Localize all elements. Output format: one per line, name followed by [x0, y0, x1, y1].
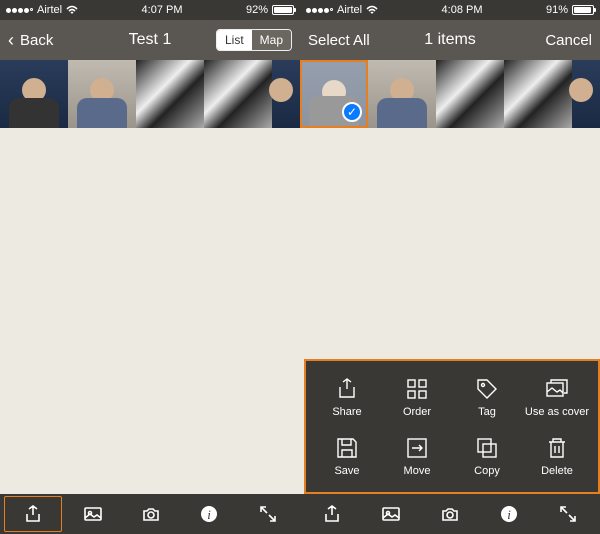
thumbnail[interactable]: [204, 60, 272, 128]
expand-icon: [258, 504, 278, 524]
grid-icon: [404, 376, 430, 402]
action-use-as-cover[interactable]: Use as cover: [522, 367, 592, 427]
share-icon: [322, 504, 342, 524]
cancel-label: Cancel: [545, 32, 592, 49]
thumbnail[interactable]: [436, 60, 504, 128]
cancel-button[interactable]: Cancel: [497, 32, 592, 49]
view-toggle[interactable]: List Map: [216, 29, 292, 51]
action-move[interactable]: Move: [382, 427, 452, 487]
thumbnail[interactable]: [572, 60, 600, 128]
camera-button[interactable]: [123, 496, 179, 532]
battery-icon: [272, 5, 294, 15]
images-icon: [544, 376, 570, 402]
back-button[interactable]: ‹ Back: [8, 30, 103, 51]
action-share[interactable]: Share: [312, 367, 382, 427]
info-button[interactable]: i: [181, 496, 237, 532]
thumbnail-selected[interactable]: ✓: [300, 60, 368, 128]
info-button[interactable]: i: [480, 496, 537, 532]
thumbnail[interactable]: [136, 60, 204, 128]
clock-label: 4:08 PM: [442, 4, 483, 16]
right-pane: Airtel 4:08 PM 91% Select All 1 items Ca…: [300, 0, 600, 534]
battery-pct: 92%: [246, 4, 268, 16]
wifi-icon: [66, 5, 78, 15]
nav-bar-left: ‹ Back Test 1 List Map: [0, 20, 300, 60]
clock-label: 4:07 PM: [142, 4, 183, 16]
thumbnail[interactable]: [0, 60, 68, 128]
expand-button[interactable]: [539, 496, 596, 532]
battery-pct: 91%: [546, 4, 568, 16]
image-icon: [381, 504, 401, 524]
expand-icon: [558, 504, 578, 524]
seg-map[interactable]: Map: [252, 30, 291, 50]
bottom-toolbar-right: i: [300, 494, 600, 534]
expand-button[interactable]: [240, 496, 296, 532]
gallery-button[interactable]: [64, 496, 120, 532]
status-bar-left: Airtel 4:07 PM 92%: [0, 0, 300, 20]
action-tag[interactable]: Tag: [452, 367, 522, 427]
svg-text:i: i: [208, 507, 212, 522]
chevron-left-icon: ‹: [8, 30, 14, 51]
thumbnail[interactable]: [68, 60, 136, 128]
info-icon: i: [499, 504, 519, 524]
thumbnail-strip-right: ✓: [300, 60, 600, 128]
share-icon: [334, 376, 360, 402]
carrier-label: Airtel: [337, 4, 362, 16]
gallery-button[interactable]: [363, 496, 420, 532]
save-icon: [334, 435, 360, 461]
move-icon: [404, 435, 430, 461]
action-panel: Share Order Tag Use as cover Save Move C…: [304, 359, 600, 494]
nav-bar-right: Select All 1 items Cancel: [300, 20, 600, 60]
thumbnail-strip-left: [0, 60, 300, 128]
info-icon: i: [199, 504, 219, 524]
action-order[interactable]: Order: [382, 367, 452, 427]
seg-list[interactable]: List: [217, 30, 252, 50]
select-all-button[interactable]: Select All: [308, 32, 403, 49]
content-area-left: [0, 128, 300, 494]
camera-icon: [440, 504, 460, 524]
checkmark-icon: ✓: [342, 102, 362, 122]
camera-button[interactable]: [422, 496, 479, 532]
left-pane: Airtel 4:07 PM 92% ‹ Back Test 1 List Ma…: [0, 0, 300, 534]
share-button[interactable]: [4, 496, 62, 532]
tag-icon: [474, 376, 500, 402]
select-all-label: Select All: [308, 32, 370, 49]
share-button[interactable]: [304, 496, 361, 532]
battery-icon: [572, 5, 594, 15]
wifi-icon: [366, 5, 378, 15]
page-title: Test 1: [103, 31, 198, 49]
carrier-label: Airtel: [37, 4, 62, 16]
copy-icon: [474, 435, 500, 461]
action-copy[interactable]: Copy: [452, 427, 522, 487]
share-icon: [23, 504, 43, 524]
thumbnail[interactable]: [272, 60, 300, 128]
selection-count: 1 items: [403, 31, 498, 49]
action-delete[interactable]: Delete: [522, 427, 592, 487]
image-icon: [83, 504, 103, 524]
thumbnail[interactable]: [368, 60, 436, 128]
trash-icon: [544, 435, 570, 461]
svg-text:i: i: [507, 507, 511, 522]
thumbnail[interactable]: [504, 60, 572, 128]
action-save[interactable]: Save: [312, 427, 382, 487]
bottom-toolbar-left: i: [0, 494, 300, 534]
status-bar-right: Airtel 4:08 PM 91%: [300, 0, 600, 20]
back-label: Back: [20, 32, 53, 49]
camera-icon: [141, 504, 161, 524]
